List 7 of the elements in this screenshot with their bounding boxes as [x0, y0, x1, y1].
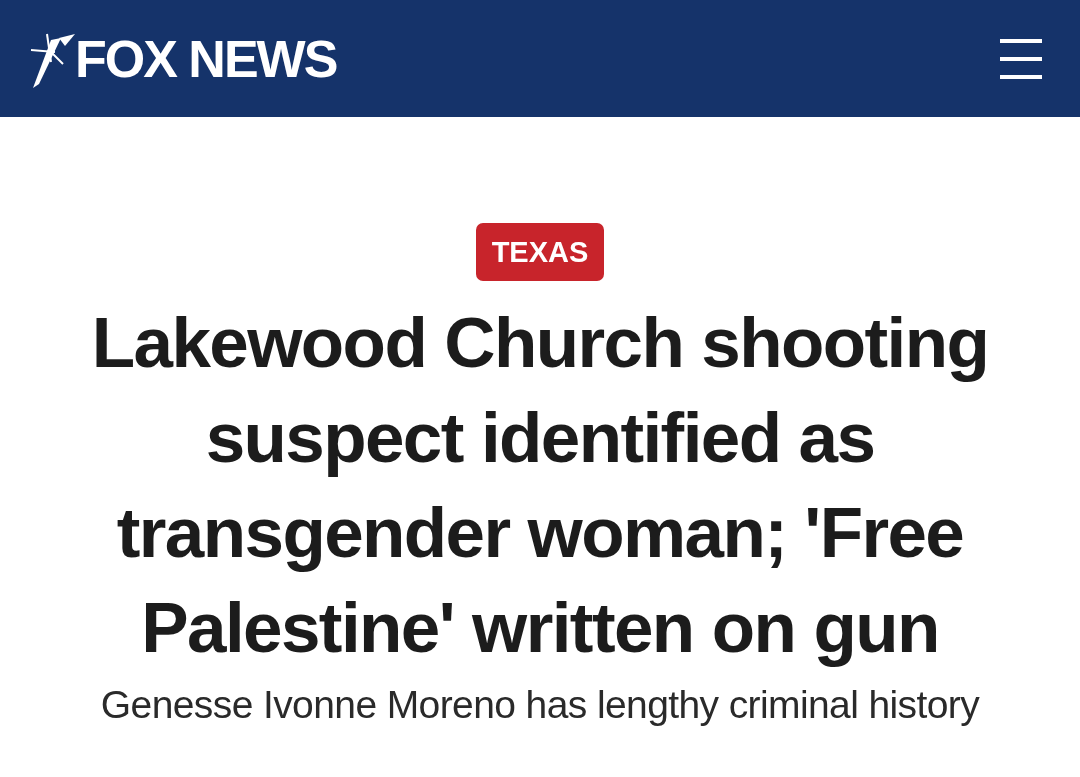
headline: Lakewood Church shooting suspect identified as transgender woman; 'Free Palestine' written on gun — [90, 302, 990, 669]
spark-slash-icon — [31, 31, 77, 90]
category-tag[interactable]: TEXAS — [475, 223, 605, 281]
menu-icon — [1000, 38, 1042, 79]
subheadline: Genesse Ivonne Moreno has lengthy criminal history — [100, 682, 980, 728]
site-logo[interactable]: FOX NEWS — [75, 32, 337, 85]
menu-button[interactable] — [1000, 38, 1042, 79]
